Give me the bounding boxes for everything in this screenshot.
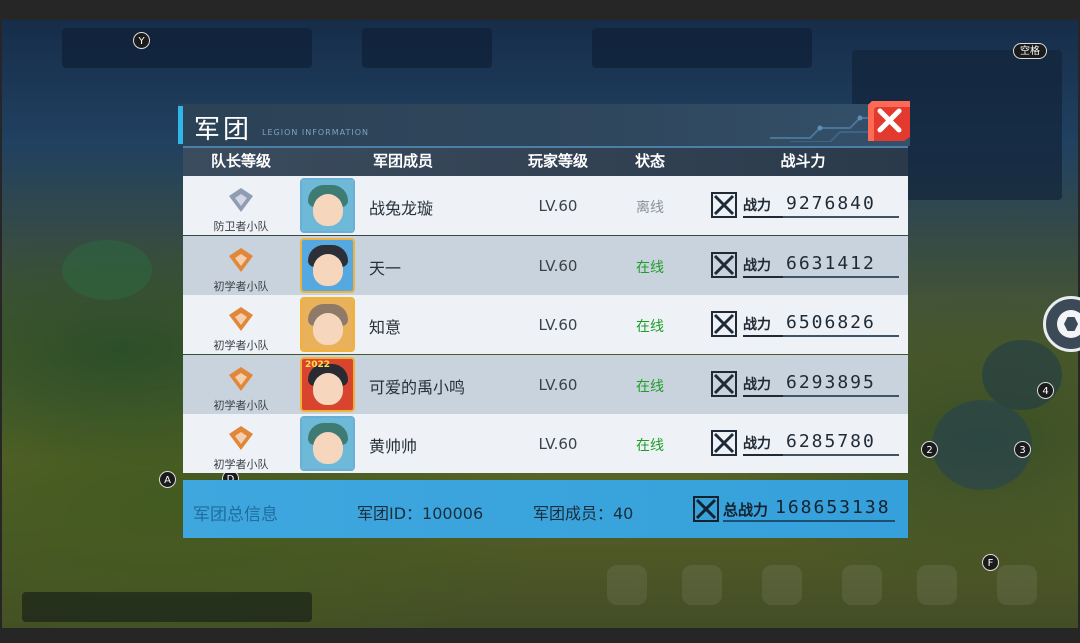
avatar-face bbox=[313, 253, 343, 286]
column-header-power: 战斗力 bbox=[780, 152, 826, 170]
member-status: 在线 bbox=[636, 378, 664, 395]
member-name: 天一 bbox=[369, 258, 402, 278]
member-row[interactable]: 初学者小队 知意 LV.60 在线 战力 6506826 bbox=[183, 295, 908, 354]
panel-subtitle: LEGION INFORMATION bbox=[262, 128, 369, 137]
member-status: 在线 bbox=[636, 438, 664, 454]
member-power: 战力 9276840 bbox=[711, 190, 901, 220]
avatar-face bbox=[313, 313, 343, 345]
avatar-face bbox=[313, 372, 343, 405]
member-name: 可爱的禹小鸣 bbox=[369, 377, 466, 397]
member-row[interactable]: 初学者小队 2022 可爱的禹小鸣 LV.60 在线 战力 6293895 bbox=[183, 354, 908, 414]
table-header: 队长等级 军团成员 玩家等级 状态 战斗力 bbox=[183, 146, 908, 176]
power-value: 6293895 bbox=[786, 371, 876, 393]
column-header-rank: 队长等级 bbox=[210, 152, 271, 170]
member-row[interactable]: 初学者小队 天一 LV.60 在线 战力 6631412 bbox=[183, 235, 908, 295]
power-label: 战力 bbox=[743, 376, 771, 393]
crossed-swords-icon bbox=[711, 370, 737, 397]
power-label: 战力 bbox=[743, 436, 771, 452]
power-label: 战力 bbox=[743, 317, 771, 333]
key-hint-space: 空格 bbox=[1013, 43, 1047, 59]
member-row[interactable]: 初学者小队 黄帅帅 LV.60 在线 战力 6285780 bbox=[183, 414, 908, 473]
crossed-swords-icon bbox=[711, 251, 737, 278]
rank-label: 初学者小队 bbox=[213, 279, 269, 293]
power-value: 9276840 bbox=[786, 193, 876, 214]
member-power: 战力 6285780 bbox=[711, 428, 901, 458]
top-letterbox bbox=[0, 0, 1080, 20]
member-avatar[interactable] bbox=[300, 297, 355, 352]
total-power-value: 168653138 bbox=[775, 497, 891, 518]
column-header-level: 玩家等级 bbox=[527, 152, 588, 170]
column-header-status: 状态 bbox=[634, 152, 665, 170]
member-avatar[interactable] bbox=[300, 178, 355, 233]
member-name: 黄帅帅 bbox=[369, 437, 418, 456]
member-power: 战力 6506826 bbox=[711, 309, 901, 339]
member-avatar[interactable]: 2022 bbox=[300, 356, 355, 412]
rank-badge-icon bbox=[229, 307, 253, 331]
member-name: 知意 bbox=[369, 318, 402, 337]
rank-badge-icon bbox=[229, 366, 253, 391]
key-hint-y: Y bbox=[133, 32, 150, 49]
member-level: LV.60 bbox=[538, 375, 578, 394]
close-button[interactable] bbox=[868, 101, 910, 141]
summary-label: 军团总信息 bbox=[193, 505, 278, 525]
legion-summary: 军团总信息 军团ID：100006 军团成员：40 总战力 168653138 bbox=[183, 480, 908, 538]
member-level: LV.60 bbox=[538, 435, 578, 453]
avatar-face bbox=[313, 432, 343, 464]
column-header-member: 军团成员 bbox=[372, 152, 433, 170]
legion-id: 军团ID：100006 bbox=[357, 504, 484, 523]
member-list[interactable]: 防卫者小队 战兔龙璇 LV.60 离线 战力 9276840 初学者小队 天一 LV.60 在线战… bbox=[183, 176, 908, 480]
member-status: 在线 bbox=[636, 259, 664, 276]
avatar-face bbox=[313, 194, 343, 226]
rank-badge-icon bbox=[229, 426, 253, 450]
key-hint-f: F bbox=[982, 554, 999, 571]
member-power: 战力 6293895 bbox=[711, 369, 901, 399]
member-row[interactable]: 防卫者小队 战兔龙璇 LV.60 离线 战力 9276840 bbox=[183, 176, 908, 235]
member-level: LV.60 bbox=[538, 256, 578, 275]
power-label: 战力 bbox=[743, 198, 771, 214]
member-status: 离线 bbox=[636, 200, 664, 216]
member-level: LV.60 bbox=[538, 197, 578, 215]
key-hint-2: 2 bbox=[921, 441, 938, 458]
power-label: 战力 bbox=[743, 257, 771, 274]
panel-header: 军团 LEGION INFORMATION bbox=[178, 104, 910, 146]
crossed-swords-icon bbox=[693, 496, 719, 522]
key-hint-a: A bbox=[159, 471, 176, 488]
rank-label: 初学者小队 bbox=[213, 458, 269, 471]
power-value: 6631412 bbox=[786, 252, 876, 274]
power-value: 6285780 bbox=[786, 431, 876, 452]
rank-label: 初学者小队 bbox=[213, 398, 269, 412]
rank-badge-icon bbox=[229, 247, 253, 272]
member-power: 战力 6631412 bbox=[711, 250, 901, 280]
crossed-swords-icon bbox=[711, 311, 737, 337]
member-avatar[interactable] bbox=[300, 237, 355, 293]
legion-member-count: 军团成员：40 bbox=[533, 504, 634, 523]
crossed-swords-icon bbox=[711, 192, 737, 218]
member-avatar[interactable] bbox=[300, 416, 355, 471]
avatar-tag: 2022 bbox=[305, 359, 331, 370]
rank-badge-icon bbox=[229, 188, 253, 212]
rank-label: 初学者小队 bbox=[213, 339, 269, 352]
crossed-swords-icon bbox=[711, 430, 737, 456]
panel-title: 军团 bbox=[194, 115, 253, 145]
member-status: 在线 bbox=[636, 319, 664, 335]
key-hint-3: 3 bbox=[1014, 441, 1031, 458]
power-value: 6506826 bbox=[786, 312, 876, 333]
bottom-letterbox bbox=[0, 628, 1080, 643]
total-power-label: 总战力 bbox=[723, 501, 769, 519]
key-hint-4: 4 bbox=[1037, 382, 1054, 399]
hexagon-icon bbox=[1057, 310, 1080, 338]
rank-label: 防卫者小队 bbox=[213, 220, 269, 233]
member-level: LV.60 bbox=[538, 316, 578, 334]
member-name: 战兔龙璇 bbox=[369, 199, 434, 218]
